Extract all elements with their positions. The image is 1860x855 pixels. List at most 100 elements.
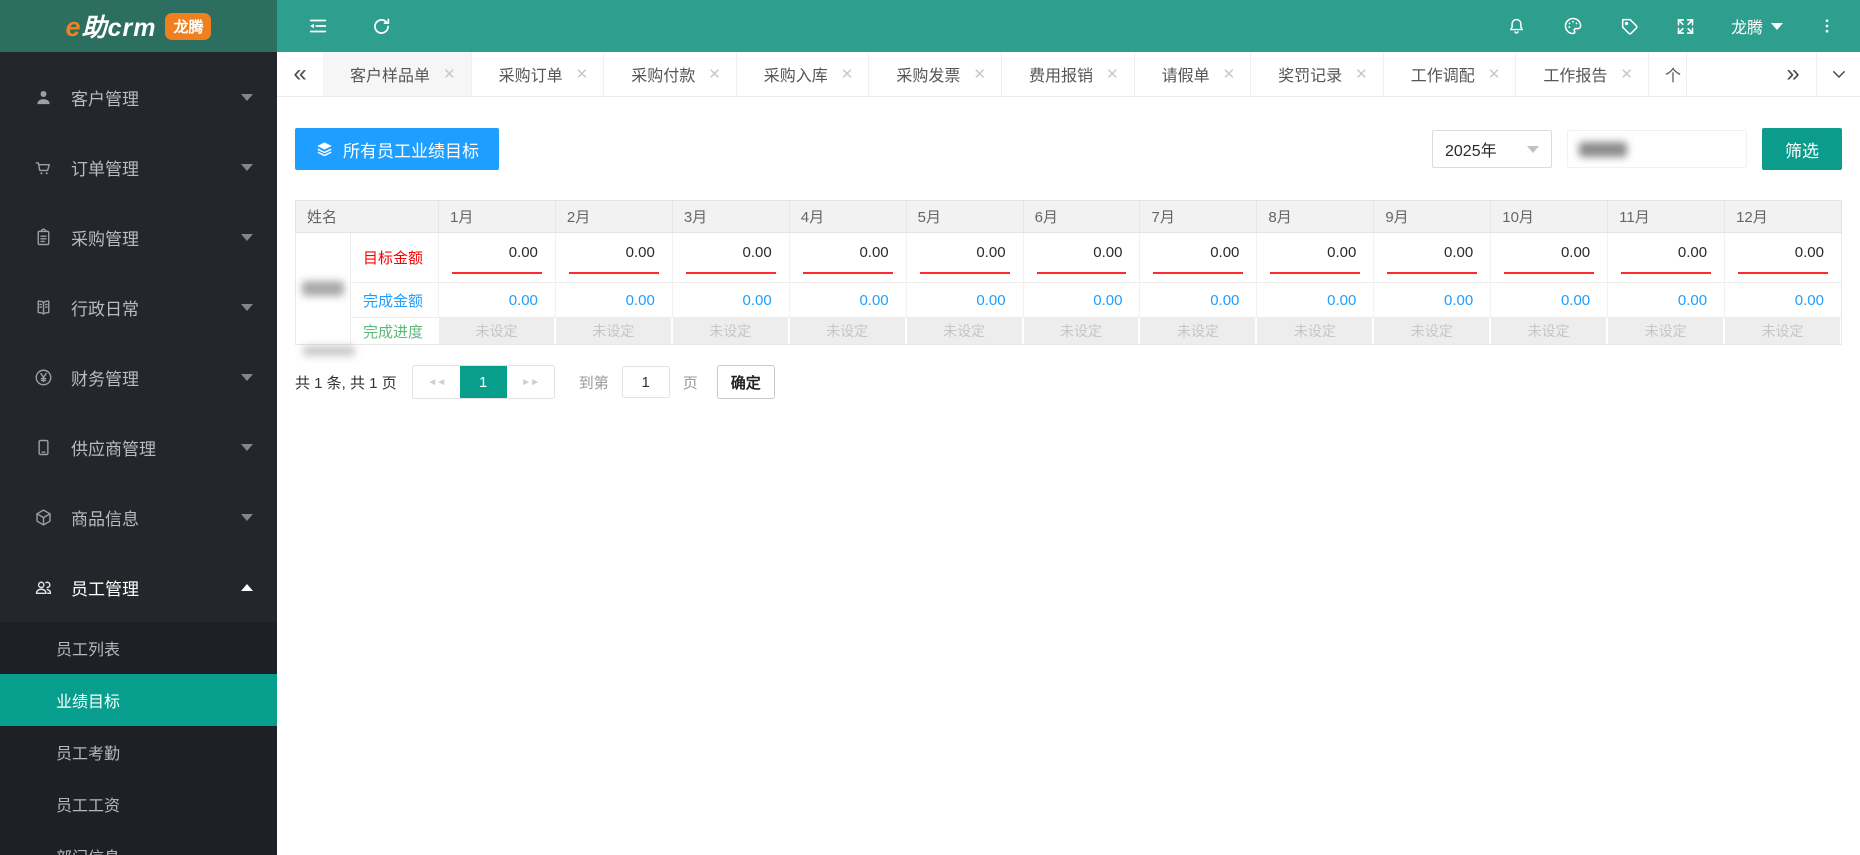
close-tab-icon[interactable]: ✕ — [1488, 65, 1501, 83]
tag-icon[interactable] — [1619, 16, 1640, 37]
tab-label: 采购订单 — [498, 68, 563, 85]
palette-icon[interactable] — [1562, 15, 1584, 37]
target-amount-input[interactable]: 0.00 — [1490, 233, 1608, 283]
target-amount-input[interactable]: 0.00 — [1139, 233, 1257, 283]
tab-9[interactable]: 工作调配 ✕ — [1384, 52, 1517, 96]
fullscreen-icon[interactable] — [1675, 16, 1696, 37]
done-amount-value[interactable]: 0.00 — [1607, 283, 1725, 318]
redacted-employee-name — [302, 281, 344, 296]
row-label-done: 完成金额 — [351, 283, 438, 318]
sidebar-item-7[interactable]: 商品信息 — [0, 482, 277, 552]
app-logo: e助crm 龙腾 — [0, 0, 277, 52]
sidebar-item-4[interactable]: 行政日常 — [0, 272, 277, 342]
goto-page-input[interactable]: 1 — [621, 366, 670, 398]
target-amount-input[interactable]: 0.00 — [1256, 233, 1374, 283]
confirm-button[interactable]: 确定 — [716, 365, 775, 399]
progress-status-cell: 未设定 — [1608, 318, 1724, 344]
sidebar-item-6[interactable]: 供应商管理 — [0, 412, 277, 482]
tab-11[interactable]: 个✕ — [1649, 52, 1687, 96]
collapse-tabs-icon[interactable]: « — [277, 52, 323, 96]
next-tabs-icon[interactable]: » — [1770, 52, 1816, 96]
sidebar-item-3[interactable]: 采购管理 — [0, 202, 277, 272]
column-header-month-8: 8月 — [1256, 201, 1373, 232]
close-tab-icon[interactable]: ✕ — [708, 65, 721, 83]
tab-6[interactable]: 费用报销 ✕ — [1002, 52, 1135, 96]
done-amount-value[interactable]: 0.00 — [1490, 283, 1608, 318]
sidebar-subitem-3[interactable]: 员工考勤 — [0, 726, 277, 778]
refresh-icon[interactable] — [371, 16, 392, 37]
close-tab-icon[interactable]: ✕ — [1223, 65, 1236, 83]
target-amount-input[interactable]: 0.00 — [438, 233, 555, 283]
tab-3[interactable]: 采购付款 ✕ — [604, 52, 737, 96]
filter-button[interactable]: 筛选 — [1762, 128, 1842, 170]
target-amount-input[interactable]: 0.00 — [1724, 233, 1841, 283]
all-employees-targets-button[interactable]: 所有员工业绩目标 — [295, 128, 499, 170]
sidebar-subitem-5[interactable]: 部门信息 — [0, 830, 277, 855]
tab-label: 采购发票 — [896, 68, 961, 85]
row-label-progress: 完成进度 — [363, 323, 424, 341]
sidebar-item-5[interactable]: 财务管理 — [0, 342, 277, 412]
close-tab-icon[interactable]: ✕ — [576, 65, 589, 83]
employee-people-icon — [33, 577, 54, 598]
next-page-icon[interactable]: ►► — [507, 366, 554, 398]
close-tab-icon[interactable]: ✕ — [443, 65, 456, 83]
employee-search-input[interactable] — [1567, 130, 1747, 168]
tab-5[interactable]: 采购发票 ✕ — [869, 52, 1002, 96]
target-amount-input[interactable]: 0.00 — [1373, 233, 1491, 283]
done-amount-value[interactable]: 0.00 — [905, 283, 1023, 318]
sidebar-subitem-4[interactable]: 员工工资 — [0, 778, 277, 830]
redacted-text — [1579, 141, 1627, 157]
layers-icon — [315, 140, 334, 159]
close-tab-icon[interactable]: ✕ — [1355, 65, 1368, 83]
column-header-month-7: 7月 — [1139, 201, 1256, 232]
target-amount-input[interactable]: 0.00 — [905, 233, 1023, 283]
tab-dropdown-icon[interactable] — [1816, 52, 1860, 96]
bell-icon[interactable] — [1506, 16, 1527, 37]
sidebar-subitem-2[interactable]: 业绩目标 — [0, 674, 277, 726]
sidebar-subitem-1[interactable]: 员工列表 — [0, 622, 277, 674]
done-amount-value[interactable]: 0.00 — [1256, 283, 1374, 318]
tab-8[interactable]: 奖罚记录 ✕ — [1251, 52, 1384, 96]
close-tab-icon[interactable]: ✕ — [1106, 65, 1119, 83]
kebab-menu-icon[interactable] — [1818, 16, 1836, 36]
column-header-month-3: 3月 — [671, 201, 789, 232]
target-amount-input[interactable]: 0.00 — [671, 233, 789, 283]
user-menu[interactable]: 龙腾 — [1731, 14, 1783, 38]
sidebar-item-1[interactable]: 客户管理 — [0, 62, 277, 132]
target-amount-input[interactable]: 0.00 — [1607, 233, 1725, 283]
done-amount-value[interactable]: 0.00 — [788, 283, 906, 318]
sidebar-item-label: 客户管理 — [71, 89, 139, 109]
progress-status-cell: 未设定 — [906, 318, 1022, 344]
tab-10[interactable]: 工作报告 ✕ — [1516, 52, 1649, 96]
done-amount-value[interactable]: 0.00 — [1022, 283, 1140, 318]
current-page-button[interactable]: 1 — [459, 366, 507, 398]
done-amount-value[interactable]: 0.00 — [438, 283, 555, 318]
sidebar-item-label: 订单管理 — [71, 159, 139, 179]
close-tab-icon[interactable]: ✕ — [973, 65, 986, 83]
done-amount-value[interactable]: 0.00 — [1373, 283, 1491, 318]
target-amount-input[interactable]: 0.00 — [554, 233, 672, 283]
done-amount-value[interactable]: 0.00 — [554, 283, 672, 318]
tab-2[interactable]: 采购订单 ✕ — [472, 52, 605, 96]
progress-status-cell: 未设定 — [1725, 318, 1840, 344]
close-tab-icon[interactable]: ✕ — [1620, 65, 1633, 83]
done-amount-value[interactable]: 0.00 — [1724, 283, 1841, 318]
year-select[interactable]: 2025年 — [1432, 130, 1552, 168]
progress-status-cell: 未设定 — [1023, 318, 1139, 344]
menu-toggle-icon[interactable] — [307, 15, 329, 37]
done-amount-value[interactable]: 0.00 — [671, 283, 789, 318]
sidebar-item-8[interactable]: 员工管理 — [0, 552, 277, 622]
tab-label: 采购入库 — [763, 68, 828, 85]
target-amount-input[interactable]: 0.00 — [1022, 233, 1140, 283]
tab-4[interactable]: 采购入库 ✕ — [737, 52, 870, 96]
progress-status-cell: 未设定 — [1491, 318, 1607, 344]
tab-7[interactable]: 请假单 ✕ — [1135, 52, 1252, 96]
close-tab-icon[interactable]: ✕ — [841, 65, 854, 83]
prev-page-icon[interactable]: ◄◄ — [413, 366, 460, 398]
target-amount-input[interactable]: 0.00 — [788, 233, 906, 283]
sidebar-item-2[interactable]: 订单管理 — [0, 132, 277, 202]
sidebar-item-label: 商品信息 — [71, 509, 139, 529]
column-header-month-4: 4月 — [788, 201, 906, 232]
tab-1[interactable]: 客户样品单 ✕ — [323, 52, 472, 96]
done-amount-value[interactable]: 0.00 — [1139, 283, 1257, 318]
